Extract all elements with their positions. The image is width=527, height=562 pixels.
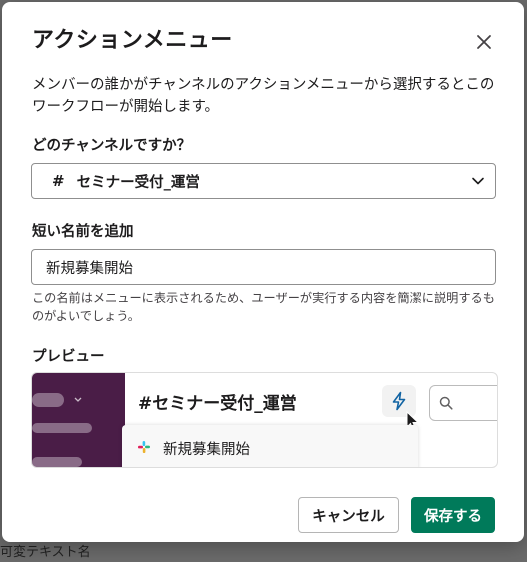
preview-workflow-label: 新規募集開始 bbox=[163, 442, 250, 458]
name-field-label: 短い名前を追加 bbox=[32, 224, 134, 240]
close-button[interactable] bbox=[470, 28, 498, 56]
backdrop-text: 可変テキスト名 bbox=[0, 545, 91, 560]
name-field-hint: この名前はメニューに表示されるため、ユーザーが実行する内容を簡潔に説明するものが… bbox=[32, 291, 495, 323]
cancel-button[interactable]: キャンセル bbox=[298, 497, 399, 533]
sidebar-placeholder bbox=[32, 393, 64, 407]
preview-label: プレビュー bbox=[32, 349, 105, 365]
chevron-down-icon bbox=[74, 397, 82, 402]
preview-panel: #セミナー受付_運営 新規募集開始 bbox=[31, 372, 498, 468]
preview-search-box bbox=[429, 385, 497, 421]
sidebar-placeholder bbox=[32, 457, 82, 467]
channel-field-label: どのチャンネルですか？ bbox=[32, 138, 192, 154]
action-menu-modal: アクションメニュー メンバーの誰かがチャンネルのアクションメニューから選択すると… bbox=[2, 2, 524, 542]
short-name-input[interactable] bbox=[31, 249, 496, 285]
preview-channel-name: #セミナー受付_運営 bbox=[138, 394, 297, 414]
channel-select-value: セミナー受付_運営 bbox=[76, 174, 200, 191]
close-icon bbox=[477, 35, 491, 49]
modal-description: メンバーの誰かがチャンネルのアクションメニューから選択するとこのワークフローが開… bbox=[32, 77, 495, 115]
slack-logo-icon bbox=[138, 441, 150, 453]
modal-title: アクションメニュー bbox=[32, 28, 233, 53]
channel-hash: # bbox=[52, 172, 65, 190]
preview-sidebar bbox=[32, 373, 125, 467]
sidebar-placeholder bbox=[32, 423, 92, 433]
save-button[interactable]: 保存する bbox=[411, 497, 495, 533]
preview-workflow-item: 新規募集開始 bbox=[122, 425, 418, 467]
channel-select[interactable]: # セミナー受付_運営 bbox=[31, 163, 496, 199]
chevron-down-icon bbox=[472, 177, 484, 185]
lightning-bolt-icon bbox=[392, 391, 406, 411]
search-icon bbox=[439, 396, 453, 410]
